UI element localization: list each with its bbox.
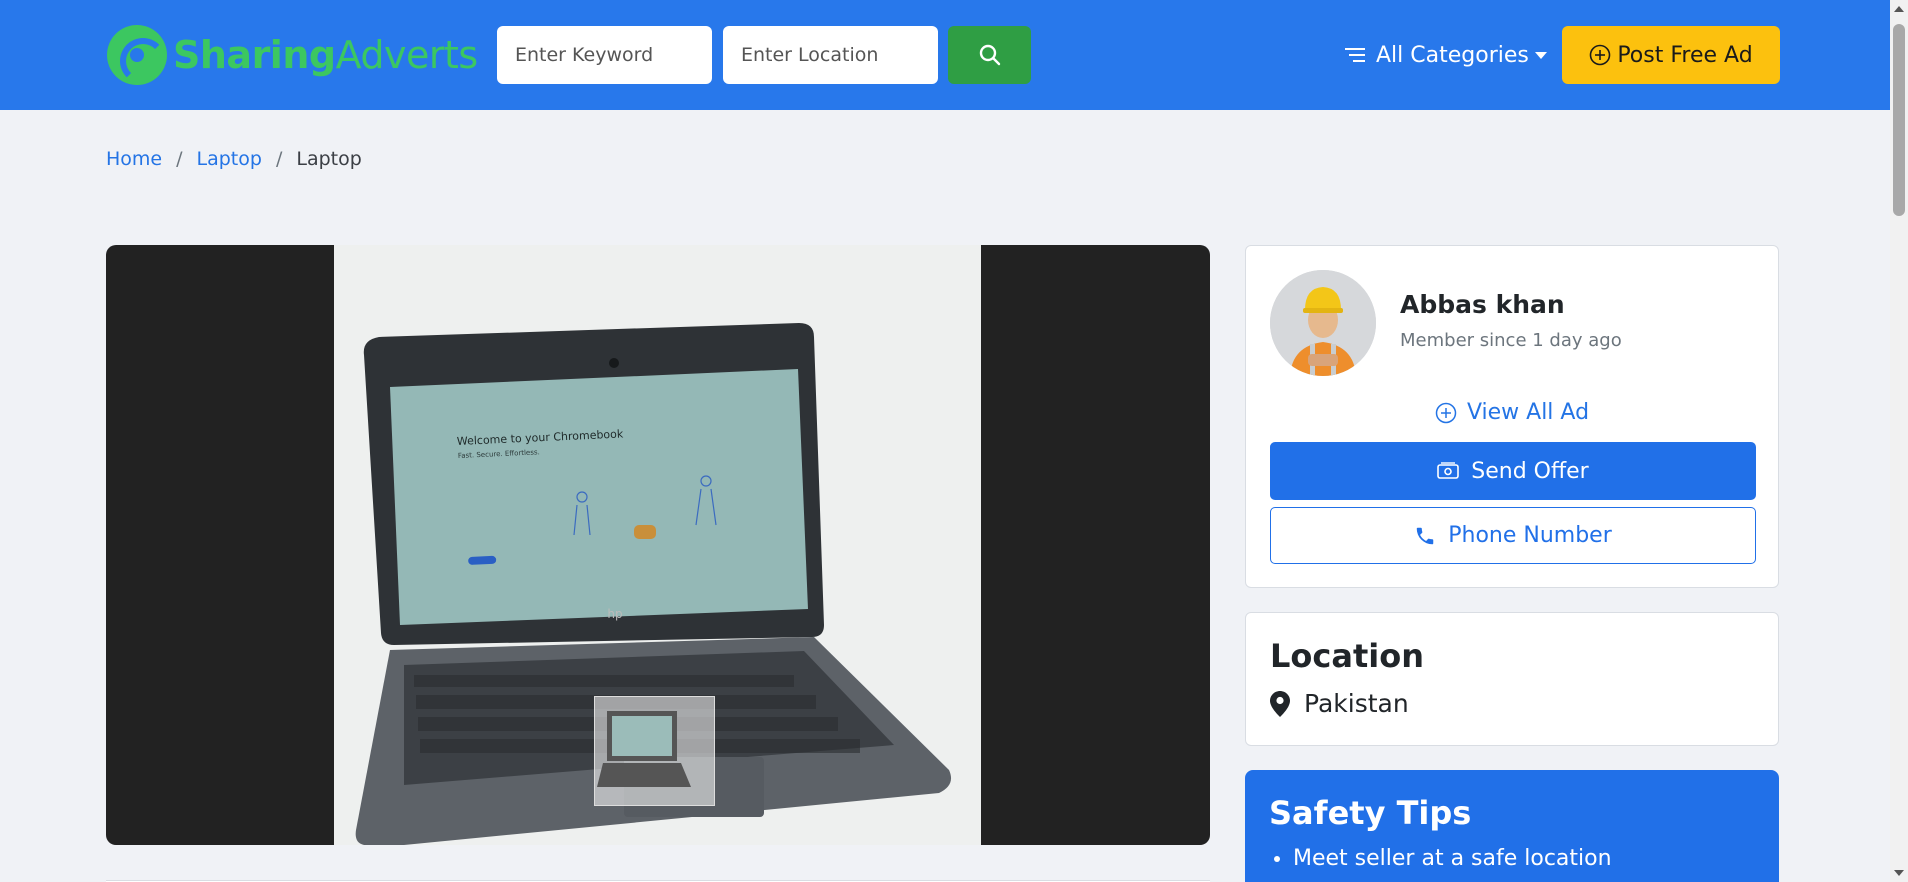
safety-tips-title: Safety Tips xyxy=(1269,794,1472,832)
categories-label: All Categories xyxy=(1376,42,1529,68)
ad-image-gallery[interactable]: Welcome to your Chromebook Fast. Secure.… xyxy=(106,245,1210,845)
send-offer-label: Send Offer xyxy=(1471,458,1589,484)
view-all-label: View All Ad xyxy=(1466,400,1590,425)
money-icon xyxy=(1437,462,1460,479)
gallery-thumbnail[interactable] xyxy=(594,696,715,806)
site-header: SharingAdverts All Categories Post Free … xyxy=(0,0,1890,110)
post-ad-label: Post Free Ad xyxy=(1617,42,1753,68)
location-card: Location Pakistan xyxy=(1245,612,1779,746)
menu-lines-icon xyxy=(1345,48,1365,62)
map-pin-icon xyxy=(1270,690,1290,717)
breadcrumb-category[interactable]: Laptop xyxy=(197,148,262,170)
safety-tips-list: Meet seller at a safe location xyxy=(1293,846,1612,879)
member-since: Member since 1 day ago xyxy=(1400,330,1622,351)
scroll-down-icon[interactable] xyxy=(1894,870,1904,876)
plus-circle-icon xyxy=(1435,402,1457,423)
seller-name: Abbas khan xyxy=(1400,290,1565,319)
location-input[interactable] xyxy=(723,26,938,84)
search-icon xyxy=(979,44,1000,66)
page-scrollbar[interactable] xyxy=(1890,0,1908,882)
svg-text:hp: hp xyxy=(607,607,622,621)
location-title: Location xyxy=(1270,637,1424,675)
logo-icon xyxy=(107,25,167,85)
safety-tips-card: Safety Tips Meet seller at a safe locati… xyxy=(1245,770,1779,882)
seller-avatar[interactable] xyxy=(1270,270,1376,376)
post-free-ad-button[interactable]: Post Free Ad xyxy=(1562,26,1780,84)
phone-number-label: Phone Number xyxy=(1448,523,1612,548)
safety-tip: Meet seller at a safe location xyxy=(1293,846,1612,871)
phone-icon xyxy=(1416,527,1434,544)
all-categories-dropdown[interactable]: All Categories xyxy=(1344,36,1547,74)
breadcrumb-current: Laptop xyxy=(296,148,362,170)
plus-circle-icon xyxy=(1590,44,1611,66)
scroll-thumb[interactable] xyxy=(1893,24,1905,216)
chevron-down-icon xyxy=(1534,51,1547,59)
site-logo[interactable]: SharingAdverts xyxy=(107,24,478,86)
logo-text: SharingAdverts xyxy=(173,33,478,77)
breadcrumb: Home / Laptop / Laptop xyxy=(106,148,362,170)
phone-number-button[interactable]: Phone Number xyxy=(1270,507,1756,564)
seller-card: Abbas khan Member since 1 day ago View A… xyxy=(1245,245,1779,588)
location-value: Pakistan xyxy=(1270,689,1409,718)
breadcrumb-home[interactable]: Home xyxy=(106,148,162,170)
view-all-ads-link[interactable]: View All Ad xyxy=(1246,400,1778,425)
send-offer-button[interactable]: Send Offer xyxy=(1270,442,1756,500)
search-button[interactable] xyxy=(948,26,1031,84)
keyword-input[interactable] xyxy=(497,26,712,84)
scroll-up-icon[interactable] xyxy=(1894,6,1904,12)
